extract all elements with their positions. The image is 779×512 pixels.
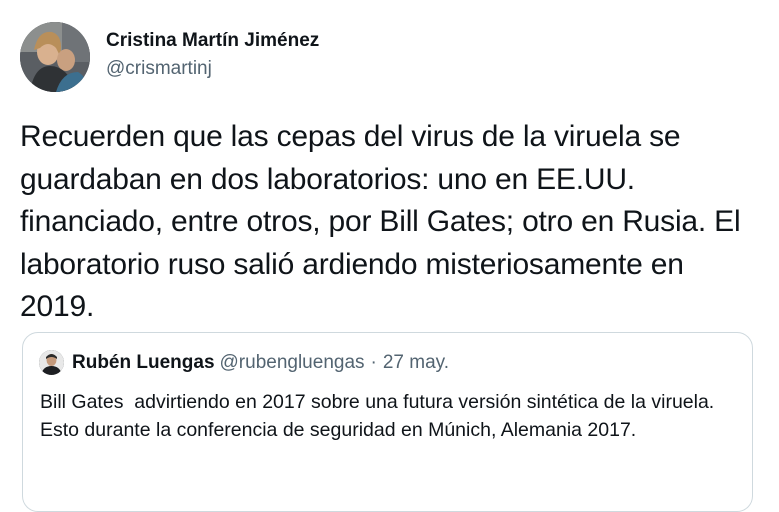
quoted-author-handle: @rubengluengas (219, 351, 365, 373)
quoted-separator-dot: · (370, 351, 377, 373)
user-photo-avatar-icon (20, 22, 90, 92)
quoted-tweet-line: Esto durante la conferencia de seguridad… (40, 419, 637, 441)
quoted-tweet-line: Bill Gates advirtiendo en 2017 sobre una… (40, 391, 715, 413)
quoted-tweet-date: 27 may. (382, 351, 450, 373)
quoted-tweet-header: Rubén Luengas @rubengluengas · 27 may. (39, 350, 449, 375)
author-avatar[interactable] (20, 22, 90, 92)
author-display-name[interactable]: Cristina Martín Jiménez (106, 29, 319, 53)
user-photo-avatar-icon (39, 350, 64, 375)
author-names: Cristina Martín Jiménez @crismartinj (106, 29, 319, 81)
quoted-author-display-name: Rubén Luengas (72, 351, 215, 373)
quoted-tweet-card[interactable]: Rubén Luengas @rubengluengas · 27 may. B… (22, 332, 753, 512)
author-handle[interactable]: @crismartinj (106, 57, 319, 81)
quoted-author-avatar (39, 350, 64, 375)
tweet-body-text: Recuerden que las cepas del virus de la … (20, 120, 741, 323)
tweet-header: Cristina Martín Jiménez @crismartinj (20, 22, 319, 92)
quoted-tweet-text: Bill Gates advirtiendo en 2017 sobre una… (40, 388, 740, 444)
tweet-card: Cristina Martín Jiménez @crismartinj Rec… (0, 0, 779, 512)
